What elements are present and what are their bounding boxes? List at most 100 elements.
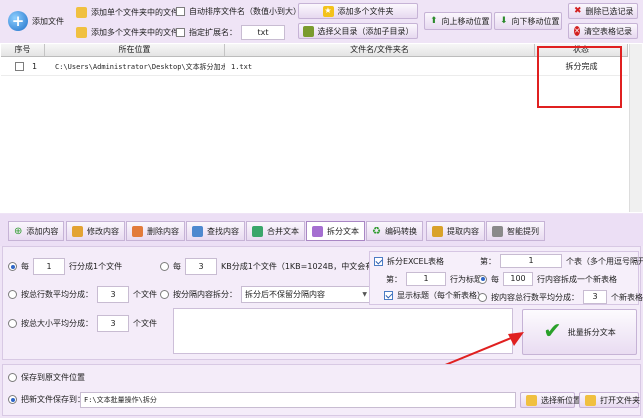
header-row-input[interactable]: 1 (406, 272, 446, 286)
split-by-lines-option[interactable]: 每 1 行分成1个文件 (8, 258, 122, 275)
tab-encoding-convert-label: 编码转换 (384, 226, 417, 236)
rows-per-sheet-input[interactable]: 100 (503, 272, 533, 286)
sheet-option: 第： 1 个表（多个用逗号隔开） (480, 254, 643, 268)
delete-selected-button[interactable]: ✖ 删除已选记录 (568, 3, 638, 19)
split-by-size-radio[interactable] (8, 319, 17, 328)
move-down-label: 向下移动位置 (511, 16, 560, 26)
total-lines-input[interactable]: 3 (97, 286, 129, 303)
split-excel-label: 拆分EXCEL表格 (387, 257, 445, 266)
specify-ext-check[interactable] (176, 28, 185, 37)
tab-extract-content-label: 提取内容 (447, 226, 479, 236)
delete-x-icon: ✖ (574, 6, 582, 16)
tab-delete-content[interactable]: 删除内容 (126, 221, 185, 241)
split-excel-checkbox[interactable] (374, 257, 383, 266)
separator-select[interactable]: 拆分后不保留分隔内容 ▼ (241, 286, 371, 303)
move-down-button[interactable]: ⬇ 向下移动位置 (494, 12, 562, 30)
clear-table-button[interactable]: ✕ 清空表格记录 (568, 23, 638, 39)
clear-icon: ✕ (574, 26, 580, 36)
rows-total-input[interactable]: 3 (583, 290, 607, 304)
header-name[interactable]: 文件名/文件夹名 (225, 44, 535, 56)
batch-split-button[interactable]: ✔ 批量拆分文本 (522, 309, 637, 355)
extract-icon (432, 225, 443, 237)
tab-split-text-label: 拆分文本 (327, 226, 359, 236)
specify-ext-label: 指定扩展名： (189, 28, 237, 37)
add-multi-folders-button[interactable]: ★ 添加多个文件夹 (298, 3, 418, 19)
auto-sort-check[interactable] (176, 7, 185, 16)
row-location: C:\Users\Administrator\Desktop\文本拆分加水名\ (55, 63, 225, 71)
save-to-option[interactable]: 把新文件保存到： (8, 394, 85, 405)
tab-merge-text[interactable]: 合并文本 (246, 221, 305, 241)
delete-doc-icon (132, 225, 143, 237)
split-by-kb-option[interactable]: 每 3 KB分成1个文件（1KB=1024B，中文会有误差） (160, 258, 397, 275)
add-multi-folder-files-button[interactable]: 添加多个文件夹中的文件 (70, 25, 185, 39)
select-parent-dir-button[interactable]: 选择父目录（添加子目录） (298, 23, 418, 39)
split-by-total-lines-option[interactable]: 按总行数平均分成： 3 个文件 (8, 286, 157, 303)
row-checkbox[interactable] (15, 62, 24, 71)
open-folder-button[interactable]: 打开文件夹 (579, 392, 640, 408)
separator-value: 拆分后不保留分隔内容 (245, 290, 325, 299)
auto-sort-label: 自动排序文件名（数值小到大） (189, 7, 301, 16)
plus-icon: ⊕ (14, 225, 23, 237)
rows-per-sheet-option[interactable]: 每 100 行内容拆成一个新表格 (478, 272, 617, 286)
split-by-size-option[interactable]: 按总大小平均分成： 3 个文件 (8, 315, 157, 332)
split-by-total-lines-radio[interactable] (8, 290, 17, 299)
sheet-suffix-label: 个表（多个用逗号隔开） (566, 256, 643, 266)
save-to-radio[interactable] (8, 395, 17, 404)
tab-extract-content[interactable]: 提取内容 (426, 221, 485, 241)
split-by-rows-option[interactable]: 按内容总行数平均分成： 3 个新表格 (478, 290, 643, 304)
save-to-label: 把新文件保存到： (21, 395, 85, 404)
kb-every-label: 每 (173, 262, 181, 271)
auto-sort-checkbox[interactable]: 自动排序文件名（数值小到大） (176, 6, 301, 17)
split-by-separator-radio[interactable] (160, 290, 169, 299)
tab-add-content[interactable]: ⊕ 添加内容 (8, 221, 65, 241)
tab-find-content[interactable]: 查找内容 (186, 221, 245, 241)
save-original-radio[interactable] (8, 373, 17, 382)
split-by-separator-option[interactable]: 按分隔内容拆分： 拆分后不保留分隔内容 ▼ (160, 286, 371, 303)
add-single-folder-files-button[interactable]: 添加单个文件夹中的文件 (70, 5, 185, 19)
row-name: 1.txt (231, 63, 253, 71)
table-row[interactable]: 1 C:\Users\Administrator\Desktop\文本拆分加水名… (1, 58, 628, 76)
add-file-button[interactable]: + 添加文件 (4, 8, 68, 34)
save-original-label: 保存到原文件位置 (21, 373, 85, 382)
kb-input[interactable]: 3 (185, 258, 217, 275)
rows-every-label: 每 (491, 274, 499, 284)
split-icon (312, 225, 323, 237)
size-input[interactable]: 3 (97, 315, 129, 332)
table-scrollbar[interactable] (629, 44, 642, 212)
header-index[interactable]: 序号 (1, 44, 45, 56)
tab-encoding-convert[interactable]: ♻ 编码转换 (366, 221, 423, 241)
rows-per-sheet-radio[interactable] (478, 274, 487, 284)
total-lines-label: 按总行数平均分成： (21, 290, 93, 299)
tab-split-text[interactable]: 拆分文本 (306, 221, 365, 241)
sheet-input[interactable]: 1 (500, 254, 562, 268)
save-original-option[interactable]: 保存到原文件位置 (8, 372, 85, 383)
output-panel (2, 364, 641, 416)
open-folder-label: 打开文件夹 (600, 395, 640, 405)
tab-modify-content[interactable]: 修改内容 (66, 221, 125, 241)
edit-icon (72, 225, 83, 237)
sheet-di-label: 第： (480, 256, 496, 266)
clear-table-label: 清空表格记录 (584, 26, 632, 36)
rows-suffix-label: 行内容拆成一个新表格 (537, 274, 617, 284)
move-up-button[interactable]: ⬆ 向上移动位置 (424, 12, 492, 30)
choose-location-button[interactable]: 选择新位置 (520, 392, 581, 408)
ext-input[interactable]: txt (241, 25, 285, 40)
arrow-down-icon: ⬇ (500, 16, 508, 26)
split-by-rows-radio[interactable] (478, 292, 487, 302)
lines-input[interactable]: 1 (33, 258, 65, 275)
files-unit-label-2: 个文件 (133, 319, 157, 328)
split-by-lines-radio[interactable] (8, 262, 17, 271)
move-up-label: 向上移动位置 (441, 16, 490, 26)
tab-smart-columns[interactable]: 智能提列 (486, 221, 545, 241)
show-title-option[interactable]: 显示标题（每个新表格） (384, 290, 485, 301)
split-excel-option[interactable]: 拆分EXCEL表格 (374, 256, 444, 267)
parent-folder-icon (302, 25, 314, 37)
row-index-cell: 1 (1, 58, 45, 75)
tab-modify-content-label: 修改内容 (87, 226, 119, 236)
split-by-kb-radio[interactable] (160, 262, 169, 271)
header-location[interactable]: 所在位置 (45, 44, 225, 56)
specify-ext-checkbox[interactable]: 指定扩展名： txt (176, 25, 285, 40)
save-path-input[interactable]: F:\文本批量操作\拆分 (80, 392, 516, 408)
separator-label: 按分隔内容拆分： (173, 290, 237, 299)
show-title-checkbox[interactable] (384, 291, 393, 300)
